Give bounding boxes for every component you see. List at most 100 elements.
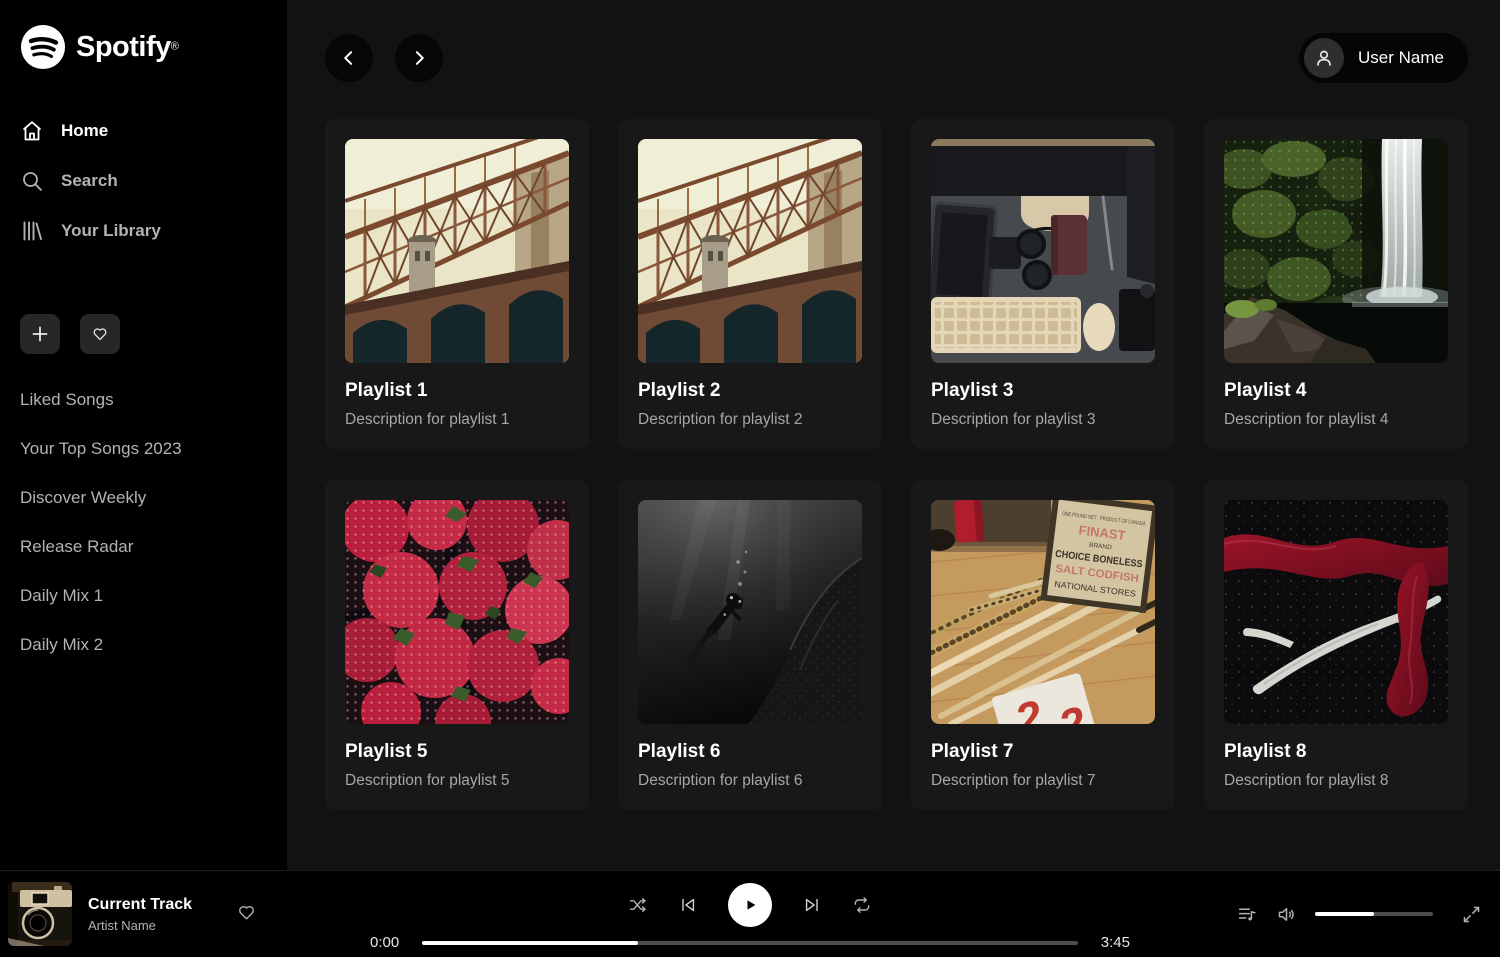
playlist-grid: Playlist 1 Description for playlist 1 <box>325 119 1468 810</box>
home-icon <box>20 119 44 143</box>
sidebar-actions <box>20 314 267 354</box>
heart-icon <box>91 325 109 343</box>
playlist-title: Playlist 3 <box>931 380 1155 402</box>
queue-icon <box>1237 904 1258 925</box>
playlist-cover-antler <box>1224 500 1448 724</box>
playlist-cover-strawberries <box>345 500 569 724</box>
track-artist: Artist Name <box>88 918 192 933</box>
playlist-title: Playlist 5 <box>345 741 569 763</box>
sidebar-item-label: Search <box>61 171 118 191</box>
sidebar-playlist-list: Liked Songs Your Top Songs 2023 Discover… <box>20 390 267 655</box>
chevron-right-icon <box>409 48 429 68</box>
repeat-button[interactable] <box>852 895 872 915</box>
create-playlist-button[interactable] <box>20 314 60 354</box>
playlist-card-6[interactable]: Playlist 6 Description for playlist 6 <box>618 480 882 810</box>
playlist-cover-desk-flatlay <box>931 139 1155 363</box>
playlist-card-1[interactable]: Playlist 1 Description for playlist 1 <box>325 119 589 449</box>
next-icon <box>802 895 822 915</box>
progress-fill <box>422 941 638 945</box>
user-menu-button[interactable]: User Name <box>1299 33 1468 83</box>
sidebar-item-label: Your Library <box>61 221 161 241</box>
playlist-title: Playlist 8 <box>1224 741 1448 763</box>
play-button[interactable] <box>728 883 772 927</box>
playlist-description: Description for playlist 6 <box>638 772 862 790</box>
playlist-cover-rulers: ONE POUND NET · PRODUCT OF CANADA FINAST… <box>931 500 1155 724</box>
sidebar-playlist-release-radar[interactable]: Release Radar <box>20 537 267 557</box>
album-art-vintage-camera <box>8 882 72 946</box>
playlist-description: Description for playlist 1 <box>345 411 569 429</box>
playlist-card-8[interactable]: Playlist 8 Description for playlist 8 <box>1204 480 1468 810</box>
volume-fill <box>1315 912 1374 916</box>
fullscreen-icon <box>1461 904 1482 925</box>
search-icon <box>20 169 44 193</box>
next-track-button[interactable] <box>802 895 822 915</box>
playlist-card-4[interactable]: Playlist 4 Description for playlist 4 <box>1204 119 1468 449</box>
playlist-description: Description for playlist 5 <box>345 772 569 790</box>
sidebar: Spotify® Home Search Your Library <box>0 0 287 870</box>
sidebar-item-your-library[interactable]: Your Library <box>20 206 267 256</box>
sidebar-item-label: Home <box>61 121 108 141</box>
previous-icon <box>678 895 698 915</box>
liked-songs-button[interactable] <box>80 314 120 354</box>
main-content: User Name <box>287 0 1500 870</box>
forward-button[interactable] <box>395 34 443 82</box>
topbar: User Name <box>325 33 1468 83</box>
shuffle-icon <box>628 895 648 915</box>
progress-bar[interactable] <box>422 941 1078 945</box>
progress-row: 0:00 3:45 <box>370 934 1130 951</box>
app-title: Spotify® <box>76 31 179 64</box>
sidebar-playlist-daily-mix-1[interactable]: Daily Mix 1 <box>20 586 267 606</box>
chevron-left-icon <box>339 48 359 68</box>
like-track-button[interactable] <box>236 902 257 926</box>
sidebar-nav: Home Search Your Library <box>20 106 267 256</box>
playlist-description: Description for playlist 2 <box>638 411 862 429</box>
play-icon <box>740 895 760 915</box>
playlist-description: Description for playlist 4 <box>1224 411 1448 429</box>
playlist-cover-steel-truss-2 <box>638 139 862 363</box>
playlist-title: Playlist 2 <box>638 380 862 402</box>
playlist-description: Description for playlist 7 <box>931 772 1155 790</box>
sidebar-item-home[interactable]: Home <box>20 106 267 156</box>
fullscreen-button[interactable] <box>1461 904 1482 925</box>
track-info: Current Track Artist Name <box>88 896 192 933</box>
app-window: Spotify® Home Search Your Library <box>0 0 1500 870</box>
volume-slider[interactable] <box>1315 912 1433 916</box>
queue-button[interactable] <box>1237 904 1258 925</box>
sidebar-playlist-daily-mix-2[interactable]: Daily Mix 2 <box>20 635 267 655</box>
playlist-cover-diver <box>638 500 862 724</box>
spotify-logo: Spotify® <box>20 24 267 70</box>
spotify-logo-icon <box>20 24 66 70</box>
playlist-card-5[interactable]: Playlist 5 Description for playlist 5 <box>325 480 589 810</box>
user-icon <box>1313 47 1335 69</box>
player-right-controls <box>1237 904 1482 925</box>
sidebar-playlist-discover-weekly[interactable]: Discover Weekly <box>20 488 267 508</box>
previous-track-button[interactable] <box>678 895 698 915</box>
playlist-card-3[interactable]: Playlist 3 Description for playlist 3 <box>911 119 1175 449</box>
plus-icon <box>31 325 49 343</box>
now-playing: Current Track Artist Name <box>8 882 257 946</box>
volume-button[interactable] <box>1276 904 1297 925</box>
avatar <box>1304 38 1344 78</box>
sidebar-playlist-your-top-songs[interactable]: Your Top Songs 2023 <box>20 439 267 459</box>
playlist-card-7[interactable]: ONE POUND NET · PRODUCT OF CANADA FINAST… <box>911 480 1175 810</box>
total-time: 3:45 <box>1092 934 1130 951</box>
playlist-title: Playlist 1 <box>345 380 569 402</box>
sidebar-playlist-liked-songs[interactable]: Liked Songs <box>20 390 267 410</box>
heart-icon <box>236 902 257 923</box>
repeat-icon <box>852 895 872 915</box>
playlist-title: Playlist 4 <box>1224 380 1448 402</box>
back-button[interactable] <box>325 34 373 82</box>
elapsed-time: 0:00 <box>370 934 408 951</box>
sidebar-item-search[interactable]: Search <box>20 156 267 206</box>
playlist-card-2[interactable]: Playlist 2 Description for playlist 2 <box>618 119 882 449</box>
volume-icon <box>1276 904 1297 925</box>
playlist-title: Playlist 6 <box>638 741 862 763</box>
playlist-title: Playlist 7 <box>931 741 1155 763</box>
library-icon <box>20 219 44 243</box>
playback-controls <box>628 879 872 931</box>
user-name: User Name <box>1358 48 1444 68</box>
playlist-description: Description for playlist 8 <box>1224 772 1448 790</box>
playlist-cover-steel-truss-1 <box>345 139 569 363</box>
playlist-cover-waterfall <box>1224 139 1448 363</box>
shuffle-button[interactable] <box>628 895 648 915</box>
